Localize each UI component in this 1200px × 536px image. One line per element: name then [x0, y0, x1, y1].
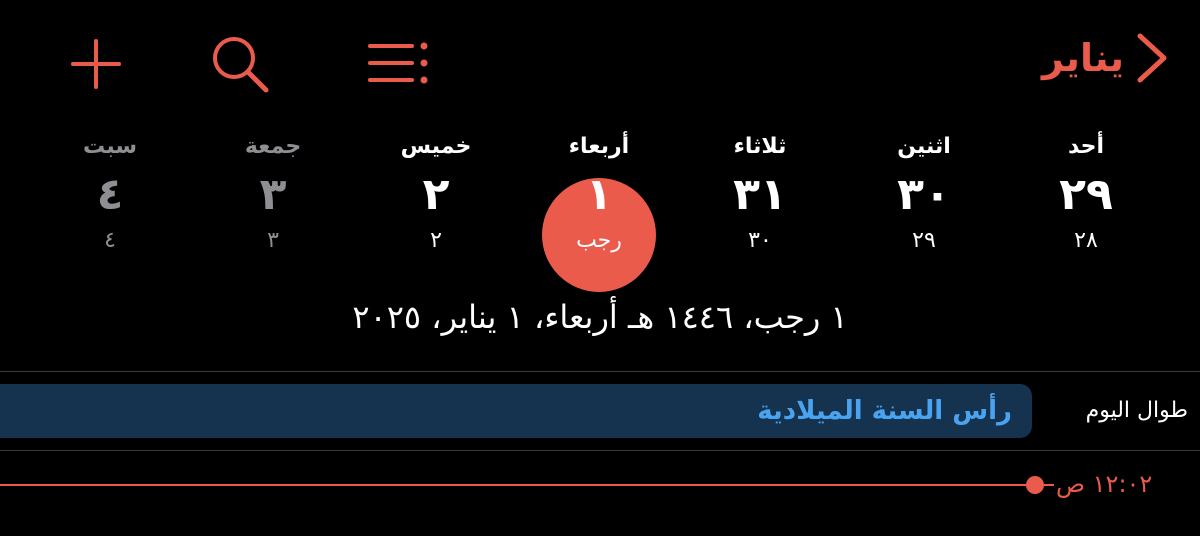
add-button[interactable] — [66, 34, 126, 94]
search-button[interactable] — [206, 32, 272, 94]
day-sunday[interactable]: أحد ٢٩ ٢٨ — [1006, 130, 1166, 256]
day-name: أربعاء — [568, 134, 630, 159]
day-name: جمعة — [244, 134, 302, 159]
hijri-day: ٢٨ — [1074, 228, 1098, 253]
search-icon — [213, 37, 269, 93]
hijri-day: ٣٠ — [748, 228, 772, 253]
day-name: أحد — [1067, 134, 1105, 159]
day-number: ٢ — [422, 169, 450, 220]
hijri-day: ٢٩ — [912, 228, 936, 253]
hijri-month: رجب — [576, 228, 622, 253]
day-name: ثلاثاء — [733, 134, 787, 159]
week-strip: أحد ٢٩ ٢٨ اثنين ٣٠ ٢٩ ثلاثاء ٣١ ٣٠ أربعا… — [0, 130, 1200, 280]
current-time-line — [0, 484, 1036, 486]
all-day-event[interactable]: رأس السنة الميلادية — [0, 384, 1032, 438]
back-to-month-button[interactable]: يناير — [1042, 30, 1172, 86]
month-label: يناير — [1042, 36, 1124, 80]
day-monday[interactable]: اثنين ٣٠ ٢٩ — [844, 130, 1004, 256]
day-number: ٣ — [259, 169, 287, 220]
day-name: اثنين — [897, 134, 951, 159]
event-title: رأس السنة الميلادية — [757, 396, 1012, 426]
day-name: خميس — [400, 134, 472, 159]
all-day-label: طوال اليوم — [1085, 398, 1188, 423]
day-name: سبت — [83, 134, 137, 159]
day-number: ٤ — [96, 169, 124, 220]
day-saturday[interactable]: سبت ٤ ٤ — [30, 130, 190, 256]
all-day-row: رأس السنة الميلادية طوال اليوم — [0, 371, 1200, 451]
day-thursday[interactable]: خميس ٢ ٢ — [356, 130, 516, 256]
day-number: ٣١ — [733, 169, 787, 220]
hijri-day: ٢ — [430, 228, 442, 253]
current-time-label: ١٢:٠٢ ص — [1056, 470, 1153, 498]
selected-full-date: ١ رجب، ١٤٤٦ هـ أربعاء، ١ يناير، ٢٠٢٥ — [352, 298, 848, 336]
list-button[interactable] — [364, 36, 434, 90]
day-number: ١ — [585, 169, 613, 220]
chevron-right-icon — [1137, 33, 1167, 83]
current-time-dot — [1026, 476, 1044, 494]
current-time-dash — [1044, 484, 1054, 486]
day-number: ٢٩ — [1059, 169, 1113, 220]
day-tuesday[interactable]: ثلاثاء ٣١ ٣٠ — [680, 130, 840, 256]
day-friday[interactable]: جمعة ٣ ٣ — [193, 130, 353, 256]
list-icon — [368, 42, 428, 84]
day-wednesday[interactable]: أربعاء ١ رجب — [519, 130, 679, 256]
day-number: ٣٠ — [897, 169, 951, 220]
hijri-day: ٤ — [104, 228, 116, 253]
hijri-day: ٣ — [267, 228, 279, 253]
plus-icon — [71, 39, 121, 89]
